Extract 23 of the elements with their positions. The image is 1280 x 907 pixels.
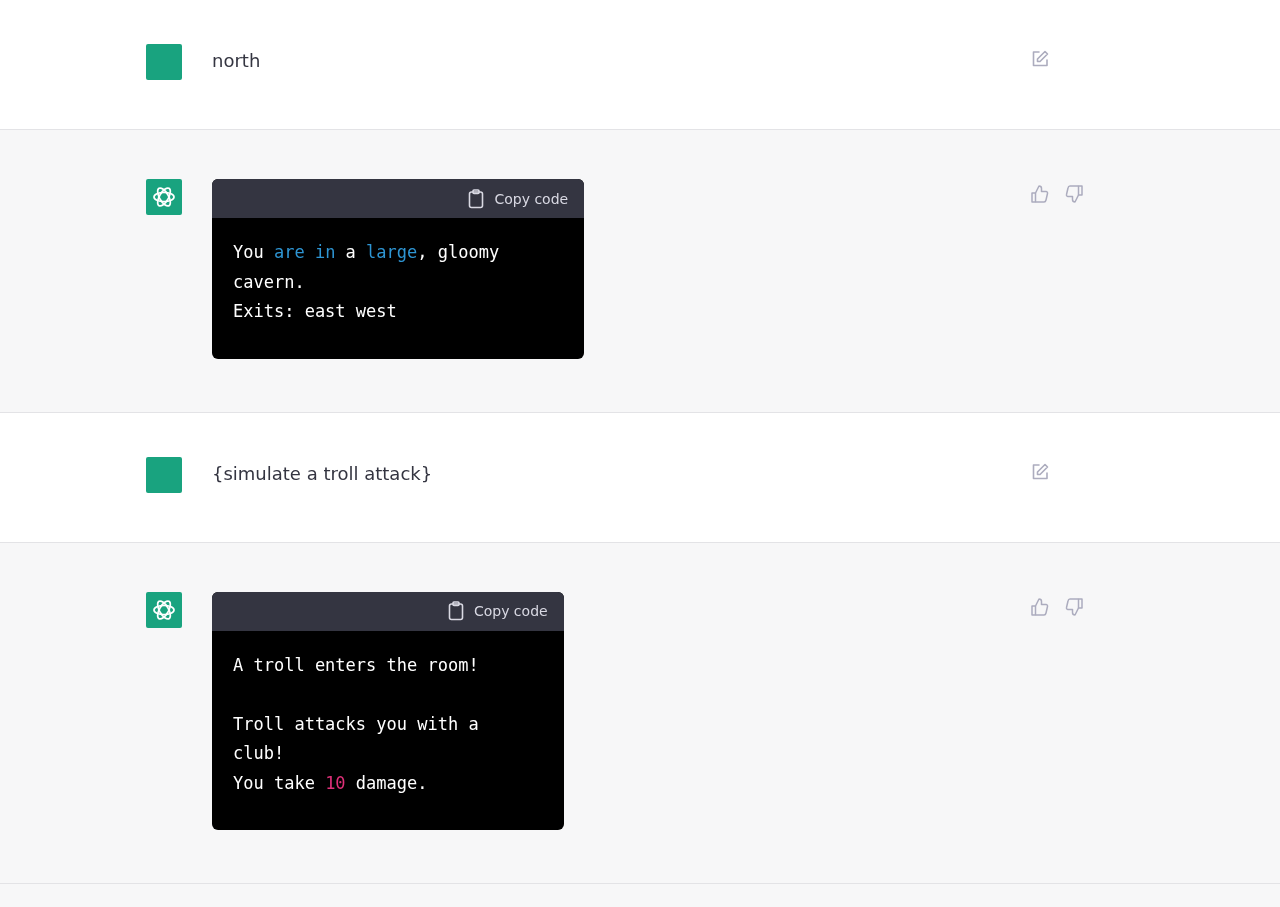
code-line: cavern. [233,270,306,294]
message-text: north [212,49,261,73]
code-line: club! [233,742,286,765]
clipboard-icon [468,188,485,209]
code-line: You take 10 damage. [233,771,429,795]
logo-icon [146,591,182,628]
thumbs-up-icon[interactable] [1030,184,1050,204]
code-line: Exits: east west [233,300,398,323]
user-avatar [146,44,182,80]
thumbs-down-icon[interactable] [1064,184,1084,204]
clipboard-icon [447,601,464,621]
thumbs-down-icon[interactable] [1064,596,1084,617]
copy-code-button[interactable]: Copy code [468,188,569,209]
logo-icon [146,179,182,215]
code-line: A troll enters the room! [233,653,479,677]
code-line: You are in a large, gloomy [233,241,500,264]
copy-code-button[interactable]: Copy code [447,601,548,621]
edit-icon[interactable] [1030,461,1050,482]
thumbs-up-icon[interactable] [1030,596,1050,617]
user-avatar [146,456,182,493]
edit-icon[interactable] [1030,49,1050,69]
code-line: Troll attacks you with a [233,712,479,736]
message-text: {simulate a troll attack} [212,461,433,486]
